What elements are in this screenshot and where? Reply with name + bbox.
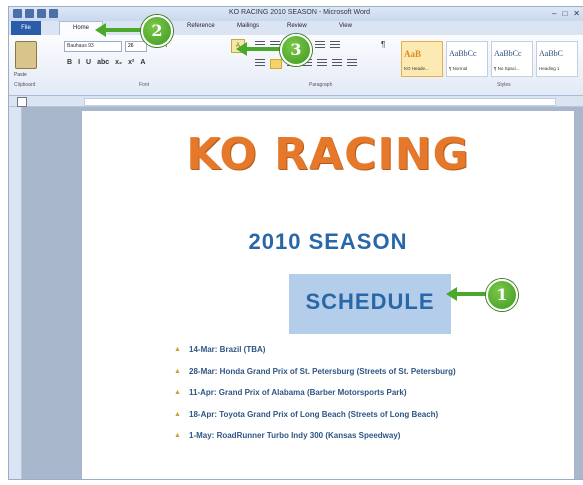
document-title[interactable]: KO RACING (82, 129, 574, 180)
season-heading[interactable]: 2010 SEASON (82, 229, 574, 255)
clipboard-group-label: Clipboard (14, 82, 36, 88)
line-spacing-icon[interactable] (317, 59, 327, 67)
list-item[interactable]: 14-Mar: Brazil (TBA) (174, 339, 534, 361)
style-sample: AaBbCc (449, 49, 477, 58)
paragraph-group-label: Paragraph (309, 82, 333, 88)
list-item[interactable]: 11-Apr: Grand Prix of Alabama (Barber Mo… (174, 382, 534, 404)
style-name: Heading 1 (539, 66, 560, 71)
styles-group-label: Styles (497, 82, 511, 88)
style-name: ¶ No Spaci... (494, 66, 520, 71)
style-sample: AaB (404, 49, 422, 59)
horizontal-ruler (9, 96, 583, 107)
font-group-label: Font (139, 82, 150, 88)
ruler-track[interactable] (84, 98, 556, 106)
redo-icon[interactable] (49, 9, 58, 18)
save-icon[interactable] (25, 9, 34, 18)
minimize-button[interactable]: – (552, 9, 556, 18)
italic-button[interactable]: I (78, 59, 80, 66)
subscript-button[interactable]: x₂ (115, 59, 122, 66)
list-item[interactable]: 18-Apr: Toyota Grand Prix of Long Beach … (174, 404, 534, 426)
style-sample: AaBbCc (494, 49, 522, 58)
word-window: KO RACING 2010 SEASON - Microsoft Word –… (8, 6, 583, 480)
style-normal[interactable]: AaBbCc ¶ Normal (446, 41, 488, 77)
bold-button[interactable]: B (67, 59, 72, 66)
word-logo-icon (13, 9, 22, 18)
font-format-buttons: B I U abc x₂ x² A (67, 59, 145, 66)
align-center-icon[interactable] (270, 59, 282, 69)
window-controls: – □ ✕ (552, 9, 580, 18)
callout-1-badge: 1 (486, 279, 518, 311)
window-title: KO RACING 2010 SEASON - Microsoft Word (229, 9, 371, 16)
callout-3-arrow-line (246, 47, 280, 51)
show-formatting-button[interactable]: ¶ (381, 40, 385, 49)
callout-2-badge: 2 (141, 15, 173, 47)
tab-file[interactable]: File (11, 21, 41, 35)
style-name: ¶ Normal (449, 66, 468, 71)
undo-icon[interactable] (37, 9, 46, 18)
align-left-icon[interactable] (255, 59, 265, 67)
quick-access-toolbar (13, 9, 58, 18)
style-no-spacing[interactable]: AaBbCc ¶ No Spaci... (491, 41, 533, 77)
maximize-button[interactable]: □ (562, 9, 567, 18)
style-name: KO Heade... (404, 66, 429, 71)
title-bar: KO RACING 2010 SEASON - Microsoft Word –… (9, 7, 583, 21)
shading-icon[interactable] (332, 59, 342, 67)
vertical-ruler (9, 107, 22, 479)
font-name-dropdown[interactable]: Bauhaus 93 (64, 41, 122, 52)
superscript-button[interactable]: x² (128, 59, 134, 66)
underline-button[interactable]: U (86, 59, 91, 66)
callout-2-arrow-line (105, 28, 141, 32)
tab-mailings[interactable]: Mailings (237, 23, 259, 29)
schedule-list: 14-Mar: Brazil (TBA) 28-Mar: Honda Grand… (174, 339, 534, 447)
schedule-heading[interactable]: SCHEDULE (289, 289, 451, 315)
style-sample: AaBbC (539, 49, 563, 58)
tab-references[interactable]: Reference (187, 23, 215, 29)
paste-label: Paste (14, 72, 27, 78)
style-heading-1[interactable]: AaBbC Heading 1 (536, 41, 578, 77)
callout-3-badge: 3 (280, 34, 312, 66)
borders-icon[interactable] (347, 59, 357, 67)
list-item[interactable]: 1-May: RoadRunner Turbo Indy 300 (Kansas… (174, 425, 534, 447)
close-button[interactable]: ✕ (573, 9, 580, 18)
strikethrough-button[interactable]: abc (97, 59, 109, 66)
callout-1-arrow-line (456, 292, 486, 296)
tab-review[interactable]: Review (287, 23, 307, 29)
font-size-dropdown[interactable]: 26 (125, 41, 147, 52)
font-color-button[interactable]: A (140, 59, 145, 66)
style-ko-heading[interactable]: AaB KO Heade... (401, 41, 443, 77)
increase-indent-icon[interactable] (315, 41, 325, 49)
sort-icon[interactable] (330, 41, 340, 49)
styles-gallery: AaB KO Heade... AaBbCc ¶ Normal AaBbCc ¶… (401, 41, 578, 77)
list-item[interactable]: 28-Mar: Honda Grand Prix of St. Petersbu… (174, 361, 534, 383)
tab-selector-icon[interactable] (17, 97, 27, 107)
paste-icon[interactable] (15, 41, 37, 69)
tab-view[interactable]: View (339, 23, 352, 29)
